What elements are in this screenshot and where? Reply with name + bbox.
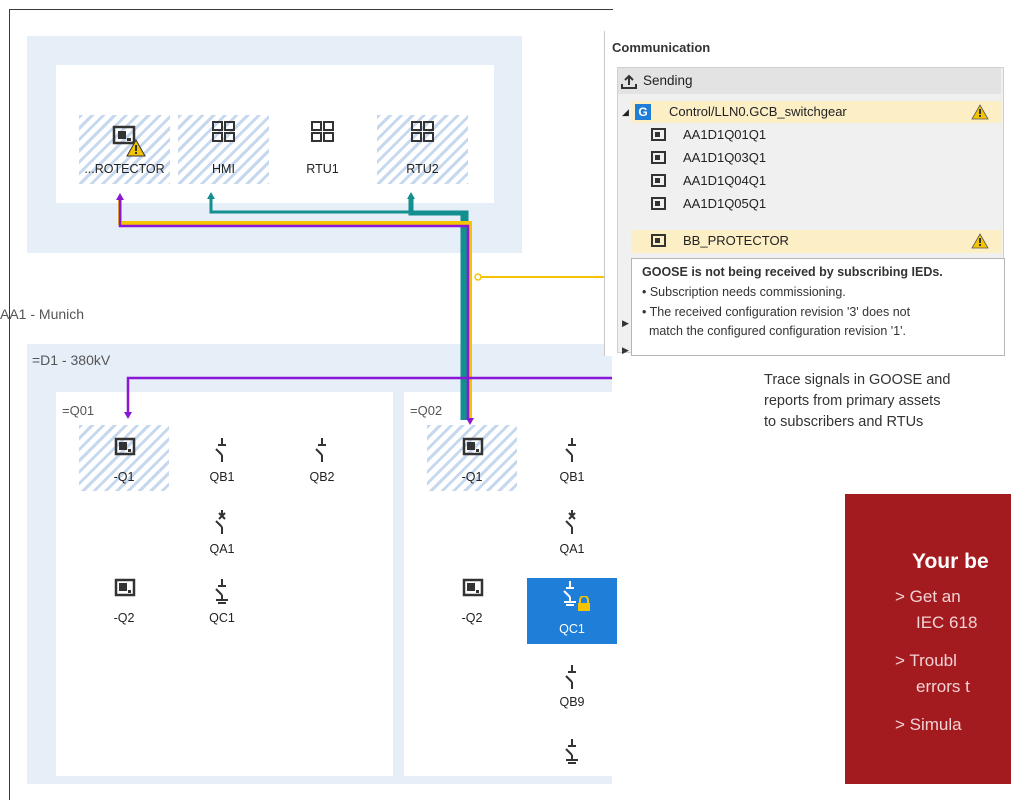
warning-icon xyxy=(971,104,989,120)
tooltip-title: GOOSE is not being received by subscribi… xyxy=(642,265,943,279)
tooltip-line: • The received configuration revision '3… xyxy=(642,305,911,319)
subscriber-row[interactable]: AA1D1Q04Q1 xyxy=(631,170,1001,192)
benefits-panel: Your be > Get an IEC 618 > Troubl errors… xyxy=(845,494,1011,784)
subscriber-label: BB_PROTECTOR xyxy=(683,233,789,248)
ied-monitor-icon xyxy=(651,234,666,247)
benefit-item: IEC 618 xyxy=(916,613,978,632)
collapse-triangle-icon[interactable]: ◢ xyxy=(622,101,629,123)
caption-line: reports from primary assets xyxy=(764,393,941,409)
benefits-title: Your be xyxy=(912,550,989,573)
tooltip-line: match the configured configuration revis… xyxy=(642,324,906,338)
benefit-item: > Troubl xyxy=(895,651,957,670)
ied-monitor-icon xyxy=(651,174,666,187)
subscriber-row[interactable]: AA1D1Q03Q1 xyxy=(631,147,1001,169)
subscriber-label: AA1D1Q03Q1 xyxy=(683,150,767,165)
signal-trace-lines xyxy=(116,192,612,425)
upload-icon xyxy=(621,74,637,89)
subscriber-row[interactable]: AA1D1Q01Q1 xyxy=(631,124,1001,146)
subscriber-label: AA1D1Q01Q1 xyxy=(683,127,767,142)
ied-monitor-icon xyxy=(651,197,666,210)
gcb-row[interactable]: ◢ G Control/LLN0.GCB_switchgear xyxy=(622,101,1001,123)
sending-label: Sending xyxy=(643,73,693,88)
ied-monitor-icon xyxy=(651,151,666,164)
benefit-item: > Simula xyxy=(895,715,962,734)
ied-monitor-icon xyxy=(651,128,666,141)
warning-tooltip: GOOSE is not being received by subscribi… xyxy=(631,258,1005,356)
subscriber-label: AA1D1Q04Q1 xyxy=(683,173,767,188)
warning-icon xyxy=(971,233,989,249)
expand-arrow-icon[interactable]: ▶ xyxy=(622,318,629,329)
goose-badge-icon: G xyxy=(635,104,651,120)
benefit-item: errors t xyxy=(916,677,970,696)
expand-arrow-icon[interactable]: ▶ xyxy=(622,345,629,356)
subscriber-row[interactable]: AA1D1Q05Q1 xyxy=(631,193,1001,215)
tooltip-line: • Subscription needs commissioning. xyxy=(642,285,846,299)
caption-line: to subscribers and RTUs xyxy=(764,414,924,430)
caption-line: Trace signals in GOOSE and xyxy=(764,372,951,388)
benefit-item: > Get an xyxy=(895,587,961,606)
gcb-label: Control/LLN0.GCB_switchgear xyxy=(669,104,847,119)
communication-title: Communication xyxy=(612,40,711,55)
subscriber-row-warning[interactable]: BB_PROTECTOR xyxy=(631,230,1001,253)
caption: Trace signals in GOOSE and reports from … xyxy=(764,370,950,433)
subscriber-label: AA1D1Q05Q1 xyxy=(683,196,767,211)
sending-header[interactable]: Sending xyxy=(618,68,1001,94)
